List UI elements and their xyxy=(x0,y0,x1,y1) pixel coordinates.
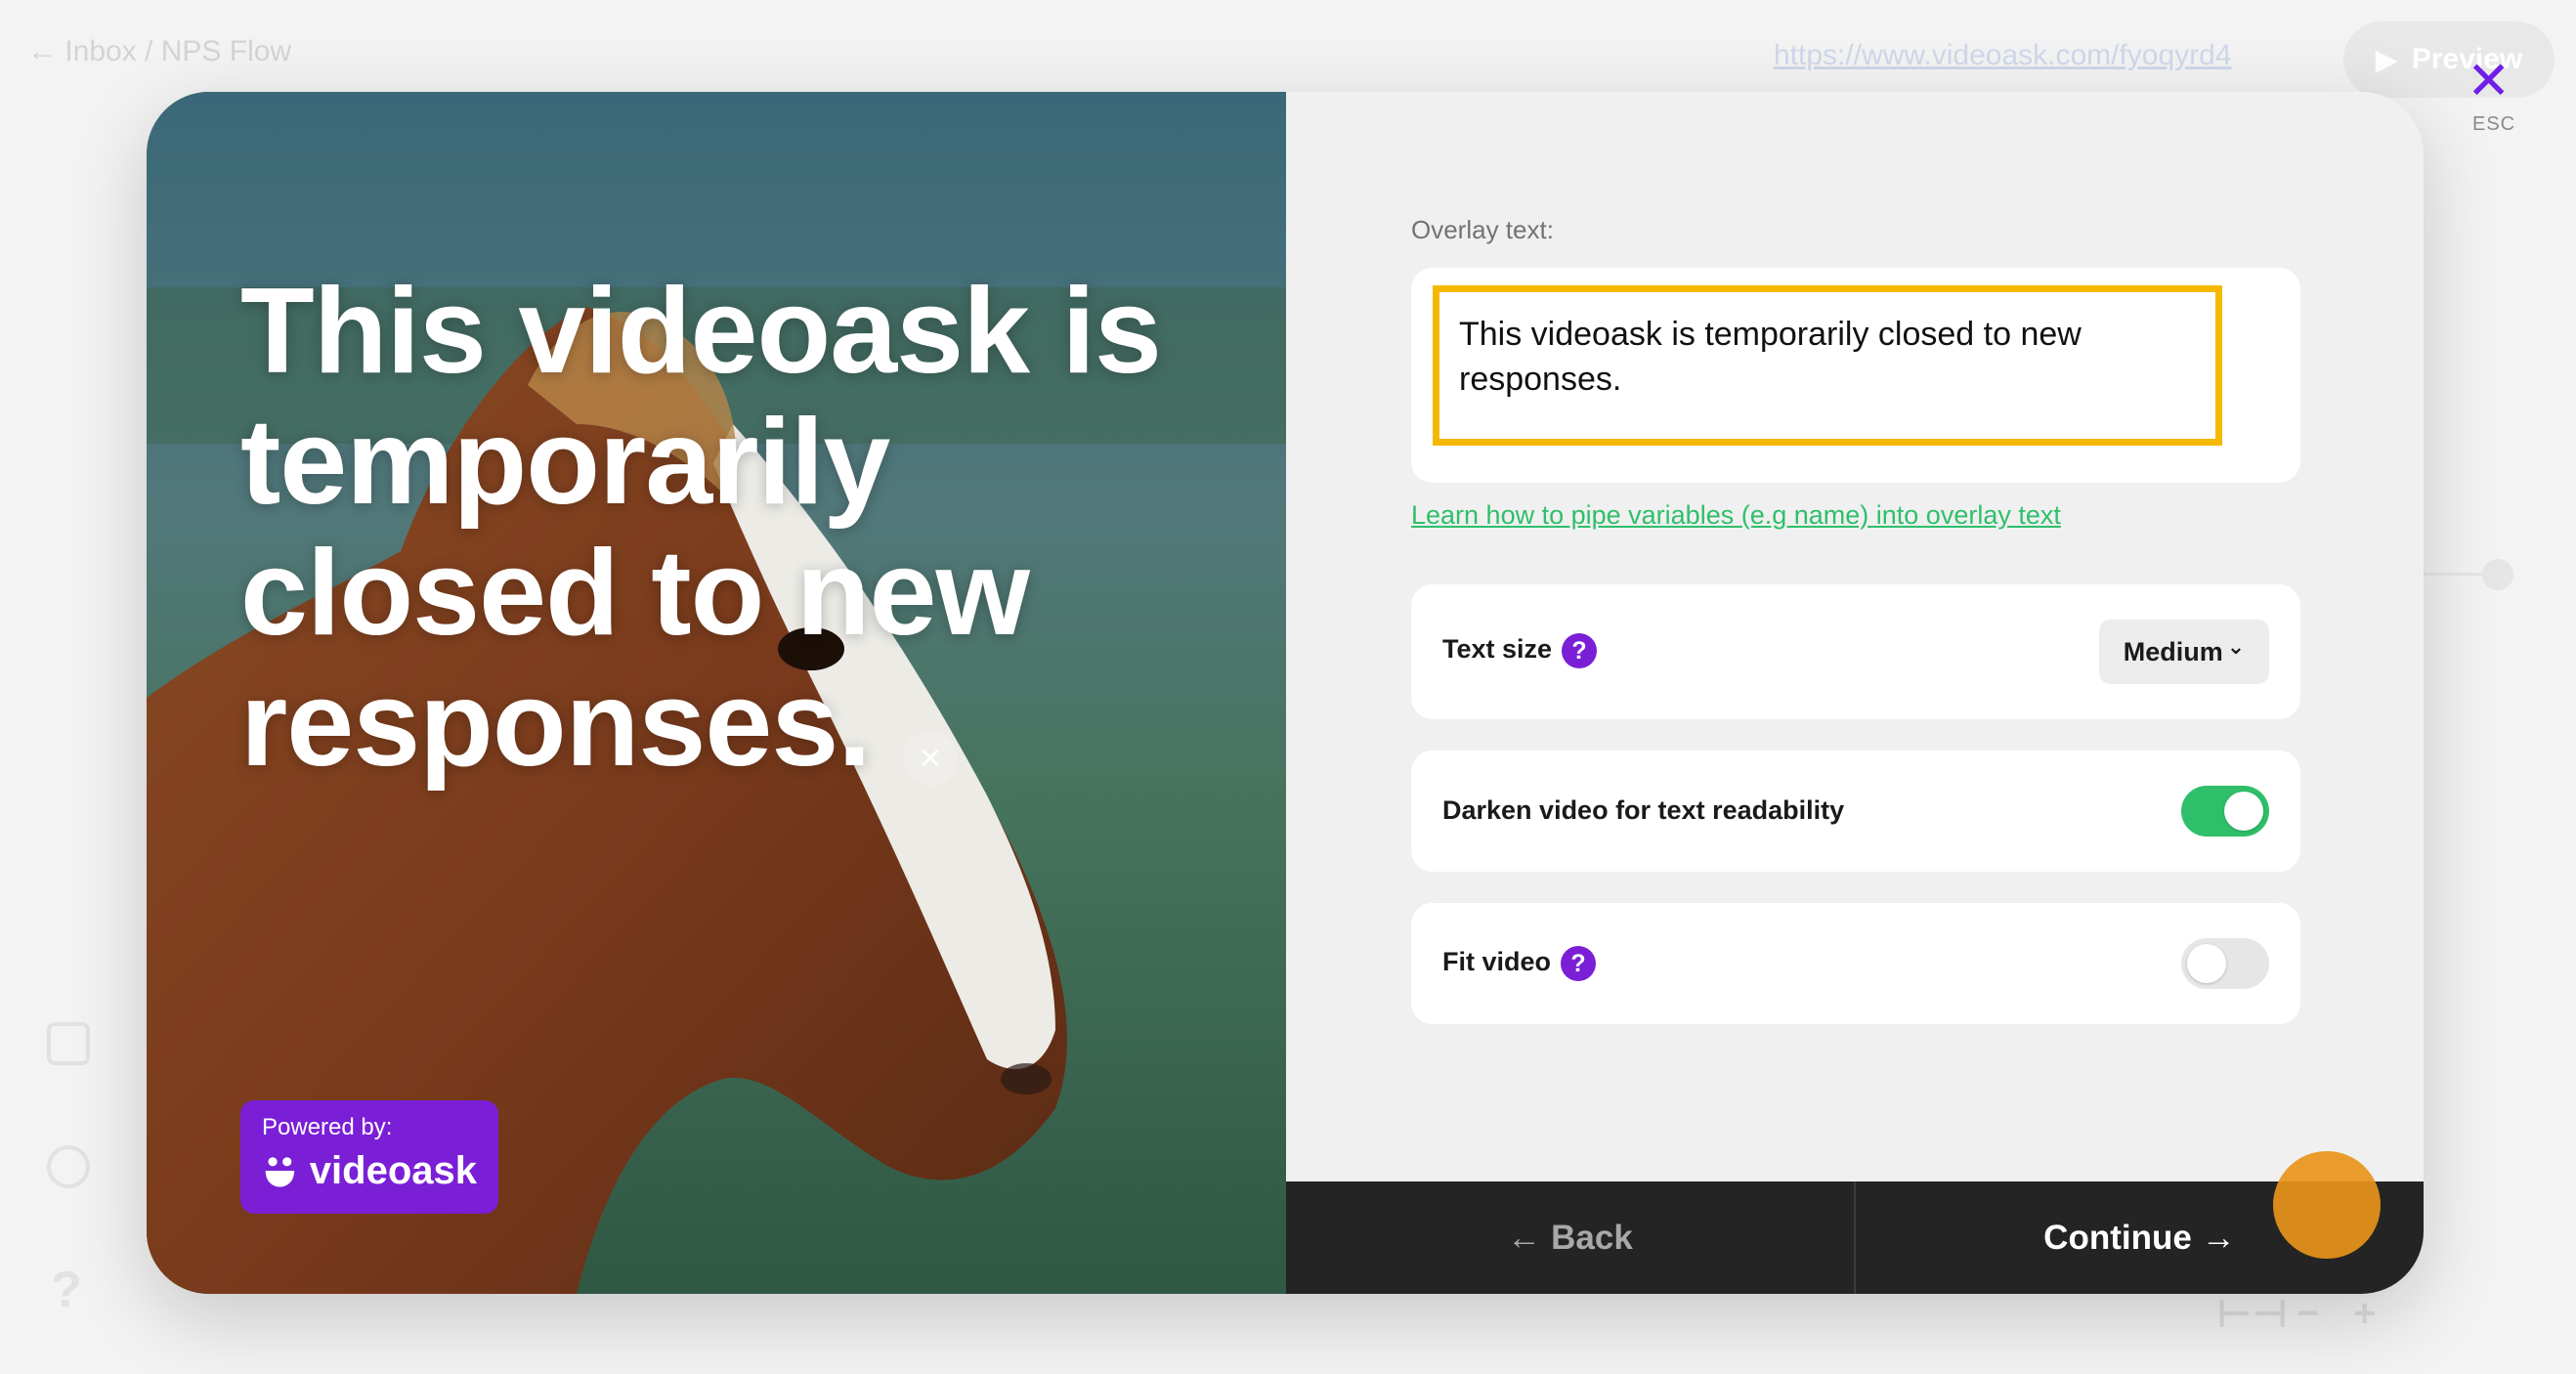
close-icon[interactable]: ✕ xyxy=(2467,55,2511,107)
pointer-highlight xyxy=(2273,1151,2381,1259)
back-button[interactable]: ← Back xyxy=(1286,1181,1854,1294)
darken-video-toggle[interactable] xyxy=(2181,786,2269,837)
text-size-select[interactable]: Medium ⌄ xyxy=(2099,620,2269,684)
overlay-text-value: This videoask is temporarily closed to n… xyxy=(1459,316,2082,398)
arrow-right-icon: → xyxy=(2201,1218,2236,1257)
settings-icon xyxy=(47,1145,90,1188)
overlay-text-card: This videoask is temporarily closed to n… xyxy=(1411,268,2300,483)
fit-icon: ⊢⊣ xyxy=(2216,1293,2289,1336)
share-url: https://www.videoask.com/fyoqyrd4 xyxy=(1774,39,2232,71)
settings-panel: Overlay text: This videoask is temporari… xyxy=(1286,92,2424,1181)
zoom-in-icon: + xyxy=(2353,1292,2377,1335)
videoask-logo: videoask xyxy=(262,1149,477,1192)
powered-by-badge[interactable]: Powered by: videoask xyxy=(240,1100,498,1214)
text-size-value: Medium xyxy=(2123,636,2223,666)
darken-video-label: Darken video for text readability xyxy=(1442,795,1845,825)
darken-video-option: Darken video for text readability xyxy=(1411,751,2300,872)
continue-label: Continue xyxy=(2043,1218,2192,1257)
text-size-label: Text size? xyxy=(1442,633,1598,668)
help-icon[interactable]: ? xyxy=(1562,633,1598,668)
toggle-knob xyxy=(2187,944,2226,983)
fit-video-label: Fit video? xyxy=(1442,946,1597,981)
powered-by-label: Powered by: xyxy=(262,1114,393,1140)
fit-video-toggle[interactable] xyxy=(2181,938,2269,989)
connector-dot xyxy=(2482,559,2513,590)
toggle-knob xyxy=(2224,792,2263,831)
smiley-icon xyxy=(265,1157,295,1187)
modal-footer: ← Back Continue → xyxy=(1286,1181,2424,1294)
chevron-down-icon: ⌄ xyxy=(2226,634,2246,659)
play-icon: ▶ xyxy=(2375,43,2398,76)
dismiss-overlay-icon[interactable]: × xyxy=(903,731,958,786)
video-preview: This videoask is temporarily closed to n… xyxy=(147,92,1286,1294)
fit-video-option: Fit video? xyxy=(1411,903,2300,1024)
overlay-headline: This videoask is temporarily closed to n… xyxy=(240,264,1162,792)
overlay-text-label: Overlay text: xyxy=(1411,215,1554,244)
pipe-variables-link[interactable]: Learn how to pipe variables (e.g name) i… xyxy=(1411,500,2061,531)
text-size-option: Text size? Medium ⌄ xyxy=(1411,584,2300,719)
preview-button: ▶ Preview xyxy=(2343,21,2555,98)
contacts-icon xyxy=(47,1022,90,1065)
help-icon: ? xyxy=(51,1262,82,1318)
overlay-text-input[interactable]: This videoask is temporarily closed to n… xyxy=(1433,285,2222,446)
breadcrumb: ← Inbox / NPS Flow xyxy=(27,35,292,67)
help-icon[interactable]: ? xyxy=(1561,946,1597,981)
zoom-out-icon: − xyxy=(2297,1292,2320,1335)
back-label: Back xyxy=(1551,1218,1633,1257)
overlay-settings-modal: This videoask is temporarily closed to n… xyxy=(147,92,2424,1294)
esc-hint: ESC xyxy=(2472,113,2516,135)
arrow-left-icon: ← xyxy=(1507,1218,1542,1257)
brand-name: videoask xyxy=(309,1149,477,1192)
